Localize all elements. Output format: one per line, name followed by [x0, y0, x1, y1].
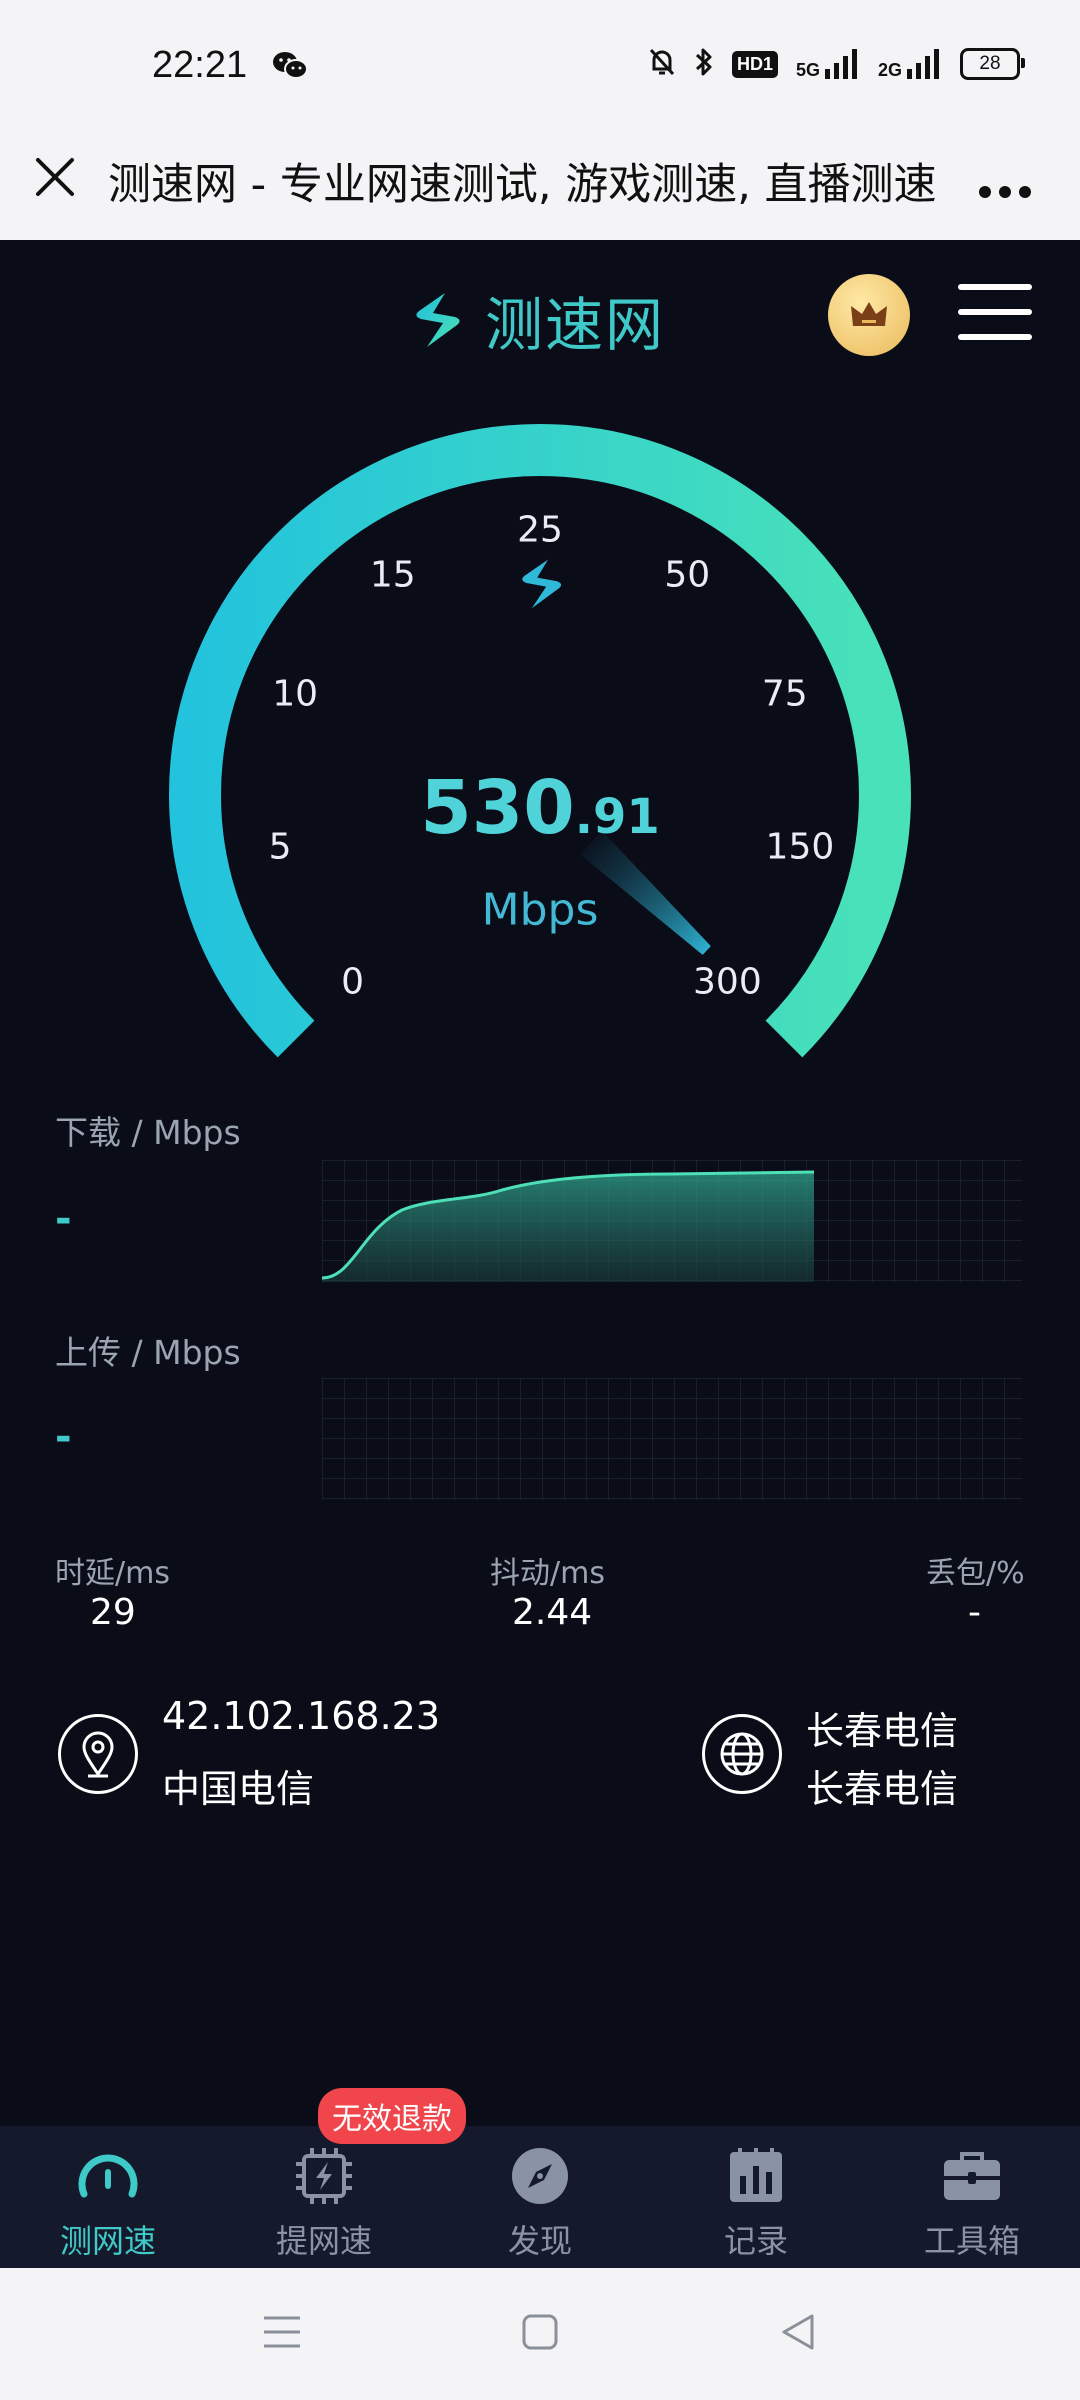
globe-icon — [702, 1714, 782, 1794]
gauge-tick-label: 15 — [369, 554, 416, 596]
gauge-tick-label: 150 — [765, 826, 835, 868]
gauge-center-logo-icon — [522, 559, 562, 609]
gauge-tick-label: 50 — [664, 554, 711, 596]
download-label: 下载 / Mbps — [55, 1113, 241, 1152]
nav-item-toolbox[interactable]: 工具箱 — [864, 2126, 1080, 2268]
nav-item-boost[interactable]: 提网速 — [216, 2126, 432, 2268]
server-name-2[interactable]: 长春电信 — [806, 1758, 958, 1813]
packet-loss-value: - — [968, 1592, 981, 1633]
speed-value: 530.91 — [420, 765, 660, 851]
upload-graph — [322, 1378, 1022, 1500]
download-value: - — [55, 1196, 72, 1242]
speedometer-icon — [76, 2144, 140, 2208]
server-name-1[interactable]: 长春电信 — [806, 1700, 958, 1755]
nav-label: 提网速 — [275, 2222, 372, 2260]
nav-label: 记录 — [723, 2222, 788, 2260]
ip-address: 42.102.168.23 — [162, 1694, 441, 1738]
speed-integer: 530 — [420, 765, 575, 851]
nav-item-discover[interactable]: 发现 — [432, 2126, 648, 2268]
isp-name: 中国电信 — [162, 1767, 315, 1811]
home-icon[interactable] — [520, 2312, 560, 2352]
latency-label: 时延/ms — [55, 1556, 170, 1591]
nav-label: 测网速 — [59, 2222, 156, 2260]
gauge-tick-label: 5 — [268, 826, 292, 868]
back-icon[interactable] — [778, 2312, 818, 2352]
nav-item-speed-test[interactable]: 测网速 — [0, 2126, 216, 2268]
recents-menu-icon[interactable] — [262, 2312, 302, 2352]
refund-badge[interactable]: 无效退款 — [318, 2088, 466, 2144]
gauge-tick-label: 0 — [341, 961, 365, 1003]
gauge-tick-label: 300 — [693, 961, 762, 1003]
bar-chart-icon — [724, 2144, 788, 2208]
chip-bolt-icon — [292, 2144, 356, 2208]
nav-item-records[interactable]: 记录 — [648, 2126, 864, 2268]
nav-label: 工具箱 — [923, 2222, 1020, 2260]
bottom-nav: 测网速 提网速 发现 记录 工具箱 — [0, 2126, 1080, 2268]
graph-grid — [322, 1378, 1022, 1500]
packet-loss-label: 丢包/% — [926, 1556, 1025, 1591]
gauge-tick-label: 25 — [517, 509, 563, 551]
jitter-value: 2.44 — [512, 1592, 593, 1633]
nav-label: 发现 — [507, 2222, 572, 2260]
compass-icon — [508, 2144, 572, 2208]
location-pin-icon — [58, 1714, 138, 1794]
gauge-tick-label: 75 — [761, 673, 808, 715]
speed-decimal: .91 — [574, 789, 660, 845]
toolbox-icon — [940, 2144, 1004, 2208]
speed-unit: Mbps — [481, 884, 599, 936]
download-graph — [322, 1160, 1022, 1282]
upload-value: - — [55, 1414, 72, 1460]
jitter-label: 抖动/ms — [490, 1556, 605, 1591]
latency-value: 29 — [90, 1592, 136, 1633]
gauge-tick-label: 10 — [272, 673, 319, 715]
upload-label: 上传 / Mbps — [55, 1333, 241, 1372]
system-nav-bar — [0, 2268, 1080, 2400]
